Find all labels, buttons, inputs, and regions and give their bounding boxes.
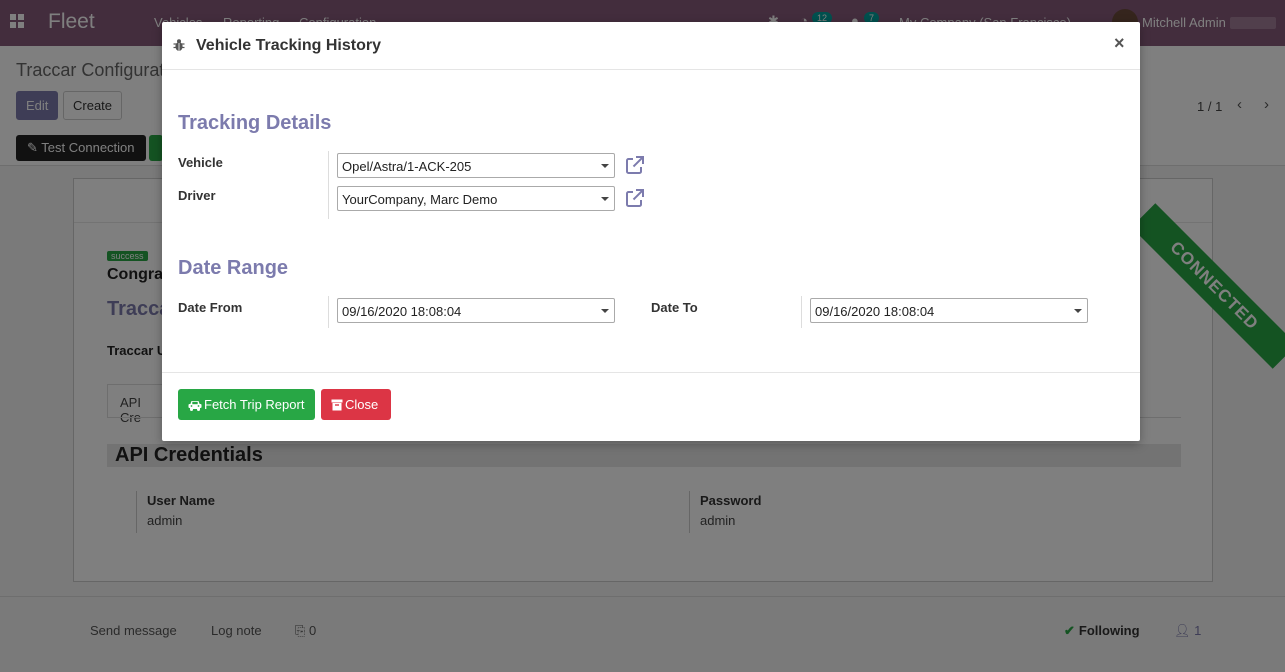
fetch-trip-report-button[interactable]: Fetch Trip Report — [178, 389, 315, 420]
chevron-down-icon — [1074, 309, 1082, 313]
modal-footer: Fetch Trip Report Close — [162, 372, 1140, 441]
bug-icon — [173, 39, 185, 51]
modal-header: Vehicle Tracking History × — [162, 22, 1140, 70]
close-icon[interactable]: × — [1114, 33, 1125, 54]
external-link-icon[interactable] — [625, 188, 645, 208]
chevron-down-icon — [601, 164, 609, 168]
date-from-label: Date From — [178, 300, 243, 315]
field-separator — [328, 296, 329, 328]
date-from-value: 09/16/2020 18:08:04 — [342, 304, 462, 319]
tracking-details-heading: Tracking Details — [178, 112, 332, 134]
chevron-down-icon — [601, 309, 609, 313]
external-link-icon[interactable] — [625, 155, 645, 175]
driver-select[interactable]: YourCompany, Marc Demo — [337, 186, 615, 211]
driver-select-value: YourCompany, Marc Demo — [342, 192, 498, 207]
date-range-heading: Date Range — [178, 257, 289, 279]
field-separator — [328, 151, 329, 219]
fetch-trip-report-label: Fetch Trip Report — [204, 397, 305, 412]
vehicle-select-value: Opel/Astra/1-ACK-205 — [342, 159, 472, 174]
modal-title: Vehicle Tracking History — [196, 37, 381, 54]
date-to-value: 09/16/2020 18:08:04 — [815, 304, 935, 319]
vehicle-select[interactable]: Opel/Astra/1-ACK-205 — [337, 153, 615, 178]
vehicle-label: Vehicle — [178, 155, 223, 170]
date-to-field[interactable]: 09/16/2020 18:08:04 — [810, 298, 1088, 323]
date-to-label: Date To — [651, 300, 698, 315]
vehicle-tracking-dialog: Vehicle Tracking History × Tracking Deta… — [162, 22, 1140, 441]
driver-label: Driver — [178, 188, 216, 203]
close-label: Close — [345, 397, 379, 412]
car-icon — [188, 401, 202, 411]
field-separator — [801, 296, 802, 328]
archive-icon — [331, 399, 343, 411]
close-button[interactable]: Close — [321, 389, 391, 420]
date-from-field[interactable]: 09/16/2020 18:08:04 — [337, 298, 615, 323]
chevron-down-icon — [601, 197, 609, 201]
